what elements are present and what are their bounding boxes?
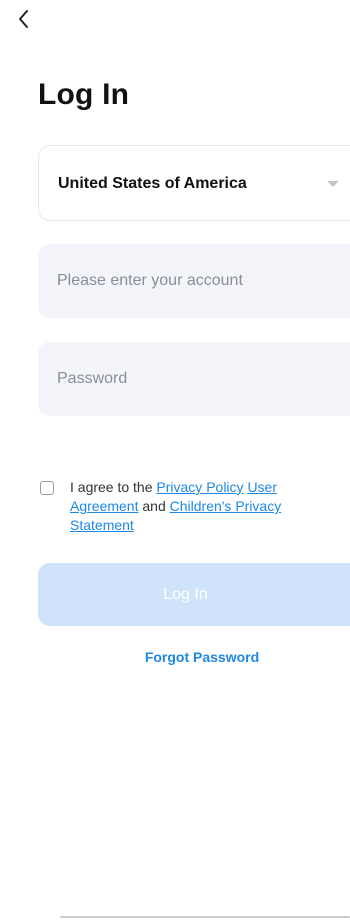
country-value: United States of America	[58, 175, 247, 192]
triangle-down-icon	[327, 181, 339, 187]
privacy-policy-link[interactable]: Privacy Policy	[156, 479, 243, 495]
agree-checkbox[interactable]	[40, 481, 54, 495]
country-select[interactable]: United States of America	[38, 145, 350, 221]
password-input[interactable]	[38, 342, 350, 416]
home-indicator	[60, 916, 350, 918]
login-screen: Log In United States of America I agree …	[0, 0, 350, 920]
agreement-prefix: I agree to the	[70, 479, 153, 495]
back-button[interactable]	[10, 6, 36, 32]
page-title: Log In	[38, 78, 130, 111]
agreement-text: I agree to the Privacy Policy User Agree…	[70, 478, 345, 535]
chevron-left-icon	[19, 10, 28, 28]
account-input[interactable]	[38, 244, 350, 318]
password-field	[38, 342, 350, 416]
login-button[interactable]: Log In	[38, 563, 350, 626]
account-field	[38, 244, 350, 318]
agreement-and: and	[142, 498, 166, 514]
forgot-password-link[interactable]: Forgot Password	[0, 649, 350, 665]
